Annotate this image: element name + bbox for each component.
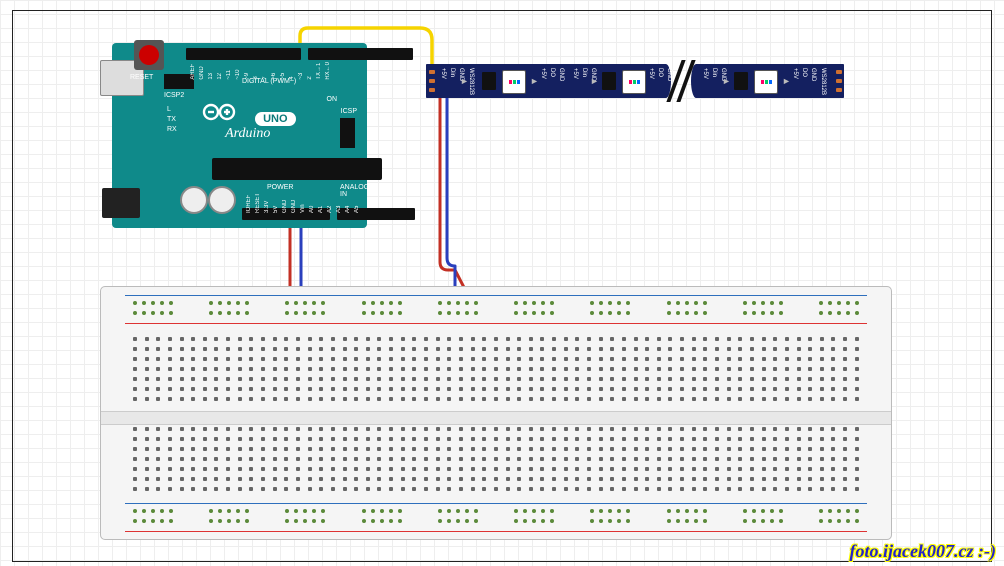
rail-line-neg bbox=[125, 295, 867, 296]
pin-labels-top: AREFGND1312~11~10~987~6~54~32TX→1RX←0 bbox=[190, 62, 331, 80]
icsp-header[interactable] bbox=[340, 118, 355, 148]
header-digital-high[interactable] bbox=[186, 48, 301, 60]
arduino-uno[interactable]: UNO Arduino DIGITAL (PWM~) AREFGND1312~1… bbox=[112, 38, 367, 233]
strip-chip-label-end: WS2812B bbox=[820, 68, 826, 95]
strip-break-ellipsis bbox=[672, 60, 692, 102]
label-tx: TX bbox=[167, 116, 176, 123]
power-jack bbox=[102, 188, 140, 218]
rail-line-pos bbox=[125, 323, 867, 324]
reset-button[interactable] bbox=[134, 40, 164, 70]
rail-line-neg bbox=[125, 503, 867, 504]
ws2812b-led-strip[interactable]: +5VDinGND ► WS2812B ► +5VDOGND +5VDinGND… bbox=[426, 64, 844, 98]
strip-pin-labels-mid: +5VDOGND bbox=[648, 68, 672, 81]
breadboard-ditch bbox=[101, 411, 891, 425]
led-driver-ic bbox=[734, 72, 748, 90]
breadboard[interactable] bbox=[100, 286, 892, 540]
strip-pin-labels-mid: +5VDOGND bbox=[540, 68, 564, 81]
label-l: L bbox=[167, 106, 171, 113]
capacitor bbox=[180, 186, 208, 214]
arrow-icon: ► bbox=[782, 76, 791, 86]
led-driver-ic bbox=[602, 72, 616, 90]
atmega-chip bbox=[212, 158, 382, 180]
strip-pin-labels-mid: +5VDOGND bbox=[792, 68, 816, 81]
label-icsp2: ICSP2 bbox=[164, 92, 184, 99]
label-icsp: ICSP bbox=[341, 108, 357, 115]
canvas: UNO Arduino DIGITAL (PWM~) AREFGND1312~1… bbox=[0, 0, 1004, 566]
rail-line-pos bbox=[125, 531, 867, 532]
label-analog-hdr: ANALOG IN bbox=[340, 184, 369, 198]
strip-chip-label: WS2812B bbox=[468, 68, 474, 95]
arrow-icon: ► bbox=[722, 76, 731, 86]
capacitor bbox=[208, 186, 236, 214]
uno-badge: UNO bbox=[255, 112, 295, 126]
label-on: ON bbox=[327, 96, 338, 103]
arduino-logo: UNO Arduino bbox=[200, 102, 296, 142]
rgb-led bbox=[754, 70, 778, 94]
rgb-led bbox=[622, 70, 646, 94]
arrow-icon: ► bbox=[530, 76, 539, 86]
label-rx: RX bbox=[167, 126, 177, 133]
label-reset: RESET bbox=[130, 74, 153, 81]
label-power-hdr: POWER bbox=[267, 184, 293, 191]
rgb-led bbox=[502, 70, 526, 94]
arrow-icon: ► bbox=[590, 76, 599, 86]
led-driver-ic bbox=[482, 72, 496, 90]
watermark: foto.ijacek007.cz :-) bbox=[850, 541, 996, 562]
header-digital-low[interactable] bbox=[308, 48, 413, 60]
